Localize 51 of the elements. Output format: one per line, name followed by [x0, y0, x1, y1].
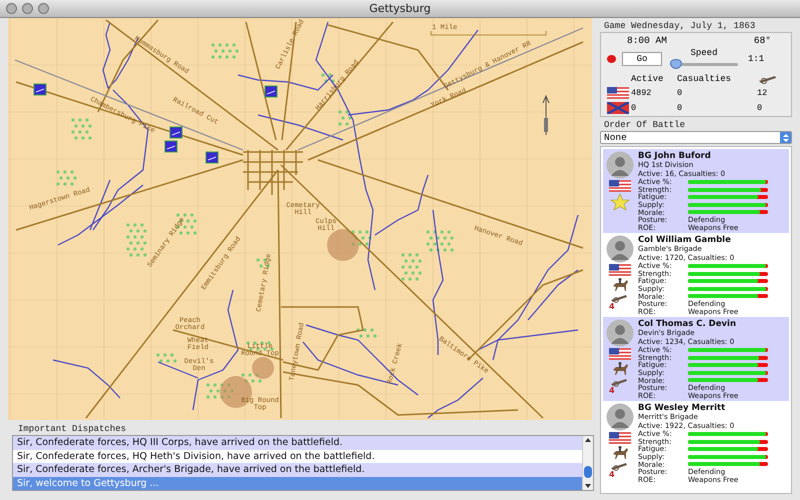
commander-name: Col Thomas C. Devin	[638, 319, 738, 329]
force-count: 0	[631, 103, 638, 113]
unit-marker-icon[interactable]	[34, 84, 46, 96]
window-title: Gettysburg	[369, 2, 431, 15]
status-light-icon	[607, 55, 616, 63]
portrait-icon	[606, 403, 634, 431]
dispatch-item[interactable]: Sir, Confederate forces, HQ III Corps, have arrived on the battlefield.	[13, 436, 582, 450]
commander-name: Col William Gamble	[638, 235, 732, 245]
column-header: Casualties	[677, 74, 732, 84]
cannon-icon	[609, 294, 629, 303]
north-arrow-icon	[542, 94, 550, 136]
scrollbar[interactable]	[582, 436, 593, 490]
force-count: 0	[677, 88, 684, 98]
commander-name: BG Wesley Merritt	[638, 403, 726, 413]
cannon-icon	[757, 74, 779, 84]
force-count: 0	[757, 103, 764, 113]
portrait-icon	[606, 235, 634, 263]
close-button[interactable]	[6, 3, 17, 14]
order-of-battle-dropdown[interactable]: None	[600, 131, 792, 144]
force-count: 12	[757, 88, 768, 98]
dispatch-list[interactable]	[12, 435, 594, 491]
temperature: 68°	[754, 35, 771, 46]
artillery-count: 4	[609, 303, 615, 310]
zoom-button[interactable]	[38, 3, 49, 14]
unit-marker-icon[interactable]	[206, 152, 218, 164]
force-count: 4892	[631, 88, 652, 98]
portrait-icon	[606, 151, 634, 179]
dropdown-arrows-icon	[780, 132, 791, 143]
dispatch-item[interactable]: Sir, Confederate forces, HQ Heth's Division, have arrived on the battlefield.	[13, 450, 582, 463]
commander-name: BG John Buford	[638, 151, 712, 161]
go-button[interactable]: Go	[622, 52, 662, 66]
unit-marker-icon[interactable]	[264, 86, 278, 98]
cannon-icon	[609, 462, 629, 471]
minimize-button[interactable]	[22, 3, 33, 14]
portrait-icon	[606, 319, 634, 347]
dispatch-item[interactable]: Sir, Confederate forces, Archer's Brigade, have arrived on the battlefield.	[13, 463, 582, 476]
dispatches-title: Important Dispatches	[18, 424, 128, 434]
speed-label: Speed	[690, 48, 718, 58]
force-count: 0	[677, 103, 684, 113]
unit-marker-icon[interactable]	[164, 140, 178, 152]
unit-marker-icon[interactable]	[170, 126, 182, 138]
artillery-count: 4	[609, 387, 615, 394]
speed-reading: 1:1	[748, 54, 764, 64]
slider-thumb[interactable]	[670, 59, 682, 69]
cannon-icon	[609, 378, 629, 387]
artillery-count: 4	[609, 471, 615, 478]
game-time: 8:00 AM	[627, 35, 667, 46]
game-date: Game Wednesday, July 1, 1863	[604, 21, 756, 31]
star-icon	[610, 193, 630, 211]
order-of-battle-title: Order Of Battle	[604, 120, 686, 130]
column-header: Active	[631, 74, 664, 84]
